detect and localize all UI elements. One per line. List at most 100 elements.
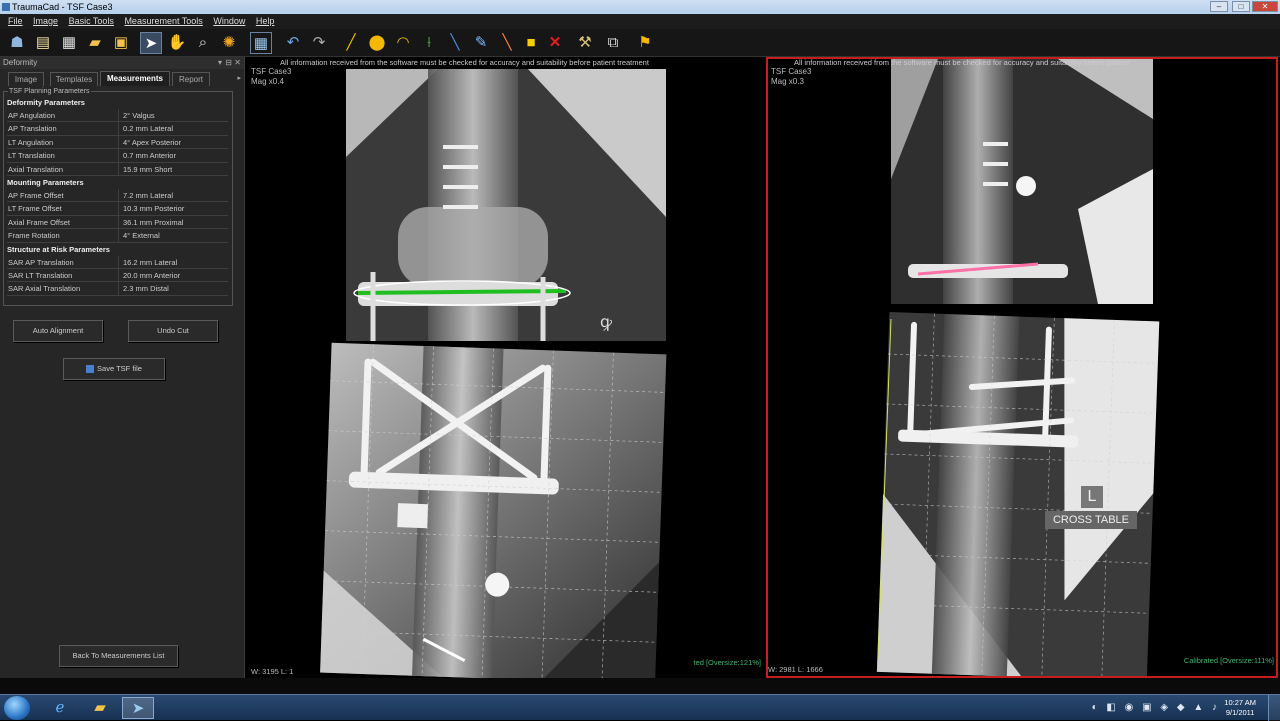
table-row[interactable]: Axial Frame Offset 36.1 mm Proximal: [7, 215, 228, 230]
param-key: SAR Axial Translation: [7, 282, 119, 295]
right-window-level: W: 2981 L: 1666: [768, 665, 823, 674]
folder-new-icon[interactable]: ▤: [32, 32, 54, 54]
explorer-icon[interactable]: ▰: [84, 697, 116, 719]
traumacad-icon[interactable]: ➤: [122, 697, 154, 719]
arc-icon[interactable]: ◠: [392, 32, 414, 54]
users-icon[interactable]: ☗: [6, 32, 28, 54]
right-warning-text: All information received from the softwa…: [794, 58, 1130, 67]
table-row[interactable]: LT Angulation 4° Apex Posterior: [7, 135, 228, 150]
menu-image[interactable]: Image: [33, 16, 58, 26]
param-key: Axial Frame Offset: [7, 215, 119, 229]
param-key: Frame Rotation: [7, 229, 119, 242]
toolbar: ☗ ▤ ▦ ▰ ▣ ➤ ✋ ⌕ ✺ ▦ ↶ ↷ ╱ ⬤ ◠ ⟊ ╲ ✎ ╲ ■ …: [0, 29, 1280, 57]
hand-icon[interactable]: ✋: [166, 32, 188, 54]
param-value: 36.1 mm Proximal: [123, 217, 184, 227]
panel-close-icon[interactable]: ✕: [234, 57, 241, 69]
auto-alignment-button[interactable]: Auto Alignment: [13, 320, 103, 342]
table-row[interactable]: Frame Rotation 4° External: [7, 229, 228, 243]
xray-ap-image: ꝙ: [320, 69, 667, 678]
param-value: 10.3 mm Posterior: [123, 204, 185, 214]
export-icon[interactable]: ⧉: [602, 32, 624, 54]
right-mag-label: Mag x0.3: [771, 77, 804, 86]
menu-basic-tools[interactable]: Basic Tools: [69, 16, 114, 26]
left-warning-text: All information received from the softwa…: [280, 58, 649, 67]
section-mounting: Mounting Parameters: [7, 177, 84, 187]
tab-report[interactable]: Report: [172, 72, 210, 86]
close-button[interactable]: ✕: [1252, 1, 1278, 12]
table-row[interactable]: AP Angulation 2° Valgus: [7, 109, 228, 123]
redo-icon[interactable]: ↷: [308, 32, 330, 54]
note-icon[interactable]: ■: [520, 32, 542, 54]
undo-icon[interactable]: ↶: [282, 32, 304, 54]
floppy-icon: [86, 365, 95, 374]
param-value: 2.3 mm Distal: [123, 284, 169, 294]
delete-icon[interactable]: ✕: [544, 32, 566, 54]
svg-text:ꝙ: ꝙ: [600, 312, 613, 331]
panel-pin-icon[interactable]: ⊟: [225, 57, 232, 69]
table-row[interactable]: SAR LT Translation 20.0 mm Anterior: [7, 268, 228, 283]
tab-scroll-icon[interactable]: ▸: [237, 74, 241, 82]
minimize-button[interactable]: –: [1210, 1, 1228, 12]
param-key: LT Translation: [7, 149, 119, 162]
system-tray-icons[interactable]: ◐ ◧ ◉ ▣ ◈ ◆ ▲ ♪: [1092, 702, 1220, 713]
ie-icon[interactable]: ℯ: [44, 697, 76, 719]
menu-window[interactable]: Window: [213, 16, 245, 26]
show-desktop-button[interactable]: [1268, 695, 1280, 721]
folder-open-icon[interactable]: ▰: [84, 32, 106, 54]
save-tsf-label: Save TSF file: [97, 364, 142, 373]
angle-icon[interactable]: ⟊: [418, 32, 440, 54]
right-viewer[interactable]: L CROSS TABLE TSF Case3 Mag x0.3 All inf…: [766, 57, 1278, 678]
maximize-button[interactable]: □: [1232, 1, 1250, 12]
tab-templates[interactable]: Templates: [50, 72, 98, 86]
line-icon[interactable]: ╱: [340, 32, 362, 54]
zoom-icon[interactable]: ⌕: [192, 32, 214, 54]
group-title: TSF Planning Parameters: [8, 88, 91, 95]
clock[interactable]: 10:27 AM 9/1/2011: [1224, 698, 1256, 718]
segment-icon[interactable]: ╲: [444, 32, 466, 54]
param-key: AP Angulation: [7, 109, 119, 122]
table-row[interactable]: AP Frame Offset 7.2 mm Lateral: [7, 188, 228, 203]
undo-cut-button[interactable]: Undo Cut: [128, 320, 218, 342]
param-value: 2° Valgus: [123, 111, 155, 120]
circle-icon[interactable]: ⬤: [366, 32, 388, 54]
table-row[interactable]: AP Translation 0.2 mm Lateral: [7, 122, 228, 136]
brightness-icon[interactable]: ✺: [218, 32, 240, 54]
param-key: LT Frame Offset: [7, 202, 119, 215]
param-value: 0.2 mm Lateral: [123, 124, 174, 134]
ruler-icon[interactable]: ╲: [496, 32, 518, 54]
table-row[interactable]: LT Frame Offset 10.3 mm Posterior: [7, 202, 228, 216]
menu-file[interactable]: File: [8, 16, 23, 26]
sidebar-panel: Deformity ▾ ⊟ ✕ Image Templates Measurem…: [0, 57, 245, 678]
left-viewer[interactable]: ꝙ TSF Case3 Mag x0.4 All information rec…: [248, 57, 763, 678]
menu-measurement-tools[interactable]: Measurement Tools: [124, 16, 202, 26]
calendar-icon[interactable]: ▦: [58, 32, 80, 54]
clock-date: 9/1/2011: [1225, 708, 1255, 717]
param-key: Axial Translation: [7, 162, 119, 175]
layout-icon[interactable]: ▦: [250, 32, 272, 54]
left-mag-label: Mag x0.4: [251, 77, 284, 86]
table-row[interactable]: LT Translation 0.7 mm Anterior: [7, 149, 228, 163]
back-to-measurements-button[interactable]: Back To Measurements List: [59, 645, 178, 667]
pointer-icon[interactable]: ➤: [140, 32, 162, 54]
window-title: TraumaCad - TSF Case3: [12, 2, 113, 12]
wizard-icon[interactable]: ⚑: [634, 32, 656, 54]
panel-menu-icon[interactable]: ▾: [218, 57, 222, 69]
table-row[interactable]: SAR AP Translation 16.2 mm Lateral: [7, 255, 228, 269]
right-case-label: TSF Case3: [771, 67, 812, 76]
table-row[interactable]: Axial Translation 15.9 mm Short: [7, 162, 228, 176]
sidebar-tabs: Image Templates Measurements Report ▸: [0, 71, 244, 87]
start-button[interactable]: [4, 696, 30, 720]
app-icon: [2, 3, 10, 11]
param-key: AP Translation: [7, 122, 119, 135]
clock-time: 10:27 AM: [1224, 698, 1256, 707]
table-row[interactable]: SAR Axial Translation 2.3 mm Distal: [7, 282, 228, 296]
save-icon[interactable]: ▣: [110, 32, 132, 54]
tab-image[interactable]: Image: [8, 72, 44, 86]
tools-icon[interactable]: ⚒: [574, 32, 596, 54]
menu-help[interactable]: Help: [256, 16, 275, 26]
tab-measurements[interactable]: Measurements: [100, 71, 170, 86]
save-tsf-button[interactable]: Save TSF file: [63, 358, 165, 380]
param-value: 0.7 mm Anterior: [123, 151, 176, 161]
pen-icon[interactable]: ✎: [470, 32, 492, 54]
param-value: 15.9 mm Short: [123, 164, 173, 174]
